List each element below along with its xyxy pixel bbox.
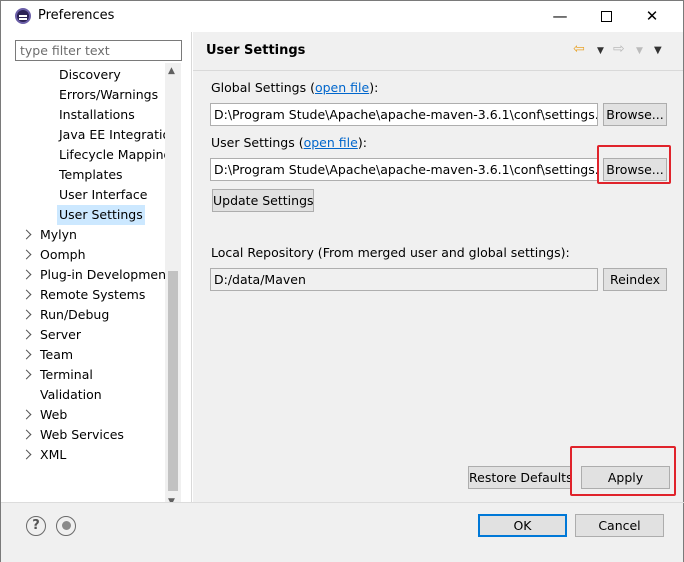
tree-row-web-services[interactable]: Web Services — [15, 425, 165, 445]
global-settings-text-end: ): — [369, 80, 379, 95]
user-settings-text-end: ): — [357, 135, 367, 150]
header-divider — [193, 70, 683, 71]
tree-row-server[interactable]: Server — [15, 325, 165, 345]
tree-item-discovery[interactable]: Discovery — [59, 65, 121, 85]
user-settings-path-field[interactable]: D:\Program Stude\Apache\apache-maven-3.6… — [210, 158, 598, 181]
preferences-tree-panel: Discovery Errors/Warnings Installations … — [1, 32, 192, 526]
user-open-file-link[interactable]: open file — [304, 135, 358, 150]
expand-chevron-icon[interactable] — [21, 329, 32, 340]
back-dropdown-icon[interactable]: ▼ — [597, 46, 604, 56]
local-repository-path-field: D:/data/Maven — [210, 268, 598, 291]
expand-chevron-icon[interactable] — [21, 429, 32, 440]
preferences-window: Preferences — ✕ Discovery Errors/Warning… — [0, 0, 684, 562]
tree-item-user-settings[interactable]: User Settings — [57, 205, 145, 225]
dialog-footer: ? OK Cancel — [1, 503, 683, 562]
expand-chevron-icon[interactable] — [21, 309, 32, 320]
tree-item-label: Mylyn — [40, 227, 77, 242]
tree-item-installations[interactable]: Installations — [59, 105, 135, 125]
tree-row-oomph[interactable]: Oomph — [15, 245, 165, 265]
preferences-tree: Discovery Errors/Warnings Installations … — [15, 65, 165, 475]
tree-row-web[interactable]: Web — [15, 405, 165, 425]
window-title: Preferences — [38, 8, 115, 23]
local-repository-label: Local Repository (From merged user and g… — [211, 245, 570, 260]
global-settings-path-field[interactable]: D:\Program Stude\Apache\apache-maven-3.6… — [210, 103, 598, 126]
tree-row-remote-systems[interactable]: Remote Systems — [15, 285, 165, 305]
expand-chevron-icon[interactable] — [21, 369, 32, 380]
tree-vertical-scrollbar[interactable]: ▲ ▼ — [165, 63, 181, 511]
global-open-file-link[interactable]: open file — [315, 80, 369, 95]
global-settings-label: Global Settings (open file): — [211, 80, 378, 95]
import-export-icon[interactable] — [56, 516, 76, 536]
tree-item-label: XML — [40, 447, 67, 462]
update-settings-button[interactable]: Update Settings — [212, 189, 314, 212]
tree-row-terminal[interactable]: Terminal — [15, 365, 165, 385]
help-icon[interactable]: ? — [26, 516, 46, 536]
tree-item-label: Terminal — [40, 367, 93, 382]
tree-item-java-ee-integration[interactable]: Java EE Integration — [59, 125, 165, 145]
tree-row-team[interactable]: Team — [15, 345, 165, 365]
tree-item-label: Run/Debug — [40, 307, 110, 322]
tree-item-label: Remote Systems — [40, 287, 146, 302]
ok-button[interactable]: OK — [478, 514, 567, 537]
scrollbar-thumb[interactable] — [168, 271, 178, 491]
tree-item-label: Web — [40, 407, 68, 422]
expand-chevron-icon[interactable] — [21, 229, 32, 240]
expand-chevron-icon[interactable] — [21, 449, 32, 460]
page-title: User Settings — [206, 43, 306, 58]
expand-chevron-icon[interactable] — [21, 289, 32, 300]
maximize-button[interactable] — [583, 1, 629, 31]
eclipse-app-icon — [15, 8, 31, 24]
expand-chevron-icon[interactable] — [21, 269, 32, 280]
reindex-button[interactable]: Reindex — [603, 268, 667, 291]
tree-item-templates[interactable]: Templates — [59, 165, 123, 185]
close-button[interactable]: ✕ — [629, 1, 675, 31]
settings-page: User Settings ⇦ ▼ ⇨ ▼ ▼ Global Settings … — [193, 32, 683, 502]
expand-chevron-icon[interactable] — [21, 409, 32, 420]
cancel-button[interactable]: Cancel — [575, 514, 664, 537]
global-settings-text: Global Settings ( — [211, 80, 315, 95]
global-browse-button[interactable]: Browse... — [603, 103, 667, 126]
filter-input[interactable] — [15, 40, 182, 61]
forward-arrow-icon[interactable]: ⇨ — [613, 41, 625, 57]
scroll-up-arrow-icon[interactable]: ▲ — [168, 66, 175, 76]
tree-item-lifecycle-mapping[interactable]: Lifecycle Mapping — [59, 145, 165, 165]
restore-defaults-button[interactable]: Restore Defaults — [468, 466, 573, 489]
forward-dropdown-icon[interactable]: ▼ — [636, 46, 643, 56]
title-bar: Preferences — ✕ — [1, 1, 683, 32]
tree-item-label: Plug-in Development — [40, 267, 165, 282]
maximize-icon — [600, 11, 612, 22]
view-menu-icon[interactable]: ▼ — [654, 45, 662, 56]
apply-highlight-box — [570, 446, 676, 496]
tree-item-label: Oomph — [40, 247, 86, 262]
tree-item-user-interface[interactable]: User Interface — [59, 185, 147, 205]
tree-item-label: Team — [40, 347, 74, 362]
tree-item-errors-warnings[interactable]: Errors/Warnings — [59, 85, 158, 105]
browse-highlight-box — [597, 145, 671, 184]
tree-row-plug-in-development[interactable]: Plug-in Development — [15, 265, 165, 285]
tree-item-label: Server — [40, 327, 81, 342]
tree-row-mylyn[interactable]: Mylyn — [15, 225, 165, 245]
expand-chevron-icon[interactable] — [21, 249, 32, 260]
user-settings-text: User Settings ( — [211, 135, 304, 150]
tree-row-validation[interactable]: Validation — [15, 385, 165, 405]
tree-row-run-debug[interactable]: Run/Debug — [15, 305, 165, 325]
back-arrow-icon[interactable]: ⇦ — [573, 41, 585, 57]
tree-row-xml[interactable]: XML — [15, 445, 165, 465]
expand-chevron-icon[interactable] — [21, 349, 32, 360]
user-settings-label: User Settings (open file): — [211, 135, 367, 150]
tree-item-label: Validation — [40, 387, 102, 402]
minimize-button[interactable]: — — [537, 1, 583, 31]
tree-item-label: Web Services — [40, 427, 124, 442]
